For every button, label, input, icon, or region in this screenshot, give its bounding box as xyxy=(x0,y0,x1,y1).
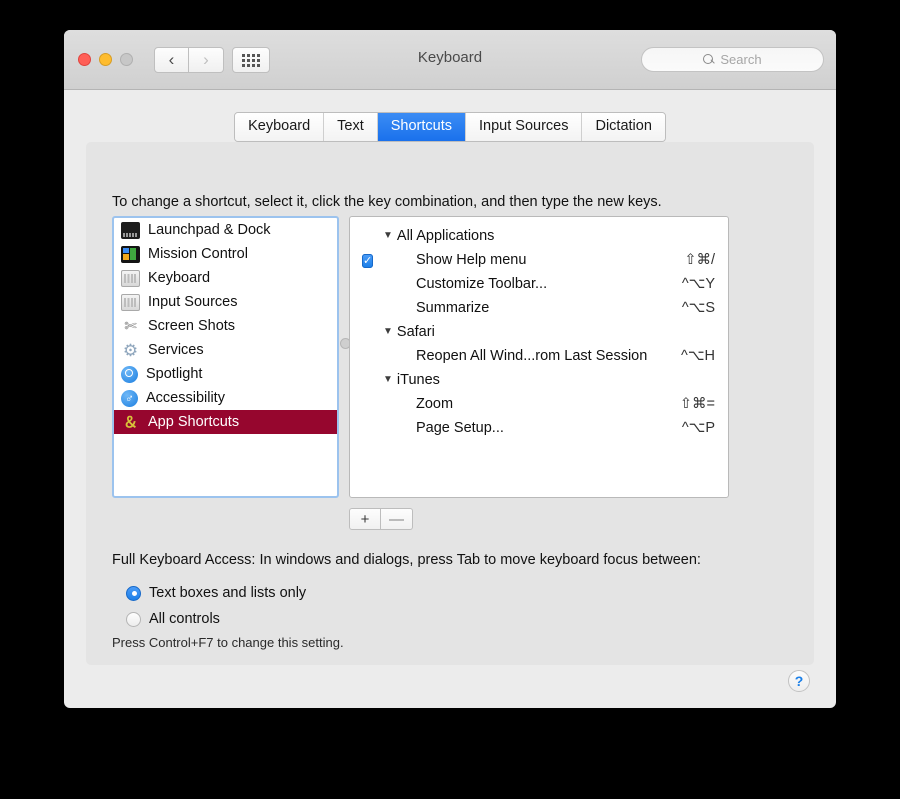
services-gear-icon: ⚙ xyxy=(122,340,139,360)
shortcut-row[interactable]: Page Setup... ^⌥P xyxy=(350,416,728,440)
mission-control-icon xyxy=(121,245,140,263)
radio-label: Text boxes and lists only xyxy=(149,585,307,601)
chevron-down-icon[interactable]: ▼ xyxy=(383,327,393,337)
instruction-text: To change a shortcut, select it, click t… xyxy=(112,194,662,210)
sidebar-item-launchpad-dock[interactable]: Launchpad & Dock xyxy=(114,218,337,242)
shortcut-name: Summarize xyxy=(416,300,490,316)
shortcut-category-list[interactable]: Launchpad & Dock Mission Control Keyboar… xyxy=(112,216,339,498)
search-icon xyxy=(703,54,714,65)
radio-all-controls[interactable]: All controls xyxy=(126,606,306,632)
chevron-down-icon[interactable]: ▼ xyxy=(383,231,393,241)
tab-text[interactable]: Text xyxy=(323,113,377,141)
shortcut-row[interactable]: Customize Toolbar... ^⌥Y xyxy=(350,272,728,296)
shortcut-name: Zoom xyxy=(416,396,454,412)
sidebar-item-services[interactable]: ⚙ Services xyxy=(114,338,337,362)
shortcut-keys[interactable]: ^⌥Y xyxy=(682,276,715,292)
accessibility-icon: ♂ xyxy=(121,389,138,407)
shortcut-checkbox[interactable]: ✓ xyxy=(362,254,374,268)
sidebar-item-label: Input Sources xyxy=(148,294,238,310)
launchpad-dock-icon xyxy=(121,221,140,239)
shortcut-name: Reopen All Wind...rom Last Session xyxy=(416,348,648,364)
sidebar-item-mission-control[interactable]: Mission Control xyxy=(114,242,337,266)
shortcut-keys[interactable]: ⇧⌘/ xyxy=(684,252,715,268)
sidebar-item-screen-shots[interactable]: ✄ Screen Shots xyxy=(114,314,337,338)
preferences-window: ‹ › Keyboard Search Keyboard Text Shortc… xyxy=(64,30,836,708)
full-keyboard-access-label: Full Keyboard Access: In windows and dia… xyxy=(112,552,701,568)
shortcut-row[interactable]: Summarize ^⌥S xyxy=(350,296,728,320)
shortcut-name: Show Help menu xyxy=(416,252,527,268)
shortcut-keys[interactable]: ⇧⌘= xyxy=(680,396,715,412)
remove-shortcut-button[interactable]: — xyxy=(381,508,413,530)
keyboard-icon xyxy=(121,269,140,287)
input-sources-icon xyxy=(121,293,140,311)
shortcut-list[interactable]: ▼ All Applications ✓ Show Help menu ⇧⌘/ … xyxy=(349,216,729,498)
tab-shortcuts[interactable]: Shortcuts xyxy=(376,113,465,141)
shortcut-name: Page Setup... xyxy=(416,420,504,436)
sidebar-item-label: Launchpad & Dock xyxy=(148,222,271,238)
radio-text-boxes-and-lists[interactable]: Text boxes and lists only xyxy=(126,580,306,606)
sidebar-item-label: App Shortcuts xyxy=(148,414,240,430)
add-shortcut-button[interactable]: + xyxy=(349,508,381,530)
group-label: iTunes xyxy=(396,372,440,388)
sidebar-item-accessibility[interactable]: ♂ Accessibility xyxy=(114,386,337,410)
screen-shots-icon: ✄ xyxy=(124,317,137,335)
spotlight-icon xyxy=(121,365,138,383)
sidebar-item-label: Spotlight xyxy=(146,366,203,382)
full-keyboard-access-options: Text boxes and lists only All controls xyxy=(126,580,306,632)
setting-note: Press Control+F7 to change this setting. xyxy=(112,635,344,650)
shortcut-row[interactable]: ✓ Show Help menu ⇧⌘/ xyxy=(350,248,728,272)
search-field[interactable]: Search xyxy=(641,47,824,72)
group-label: All Applications xyxy=(396,228,495,244)
shortcut-keys[interactable]: ^⌥P xyxy=(682,420,715,436)
sidebar-item-label: Keyboard xyxy=(148,270,211,286)
radio-button[interactable] xyxy=(126,611,141,627)
sidebar-item-keyboard[interactable]: Keyboard xyxy=(114,266,337,290)
shortcut-keys[interactable]: ^⌥S xyxy=(682,300,715,316)
shortcut-keys[interactable]: ^⌥H xyxy=(681,348,715,364)
window-titlebar: ‹ › Keyboard Search xyxy=(64,30,836,90)
app-shortcuts-icon: ＆ xyxy=(122,413,138,431)
shortcut-group-itunes[interactable]: ▼ iTunes xyxy=(350,368,728,392)
shortcuts-panel: To change a shortcut, select it, click t… xyxy=(86,142,814,665)
chevron-down-icon[interactable]: ▼ xyxy=(383,375,393,385)
sidebar-item-spotlight[interactable]: Spotlight xyxy=(114,362,337,386)
shortcut-row[interactable]: Zoom ⇧⌘= xyxy=(350,392,728,416)
sidebar-item-label: Services xyxy=(148,342,204,358)
search-placeholder: Search xyxy=(720,52,762,67)
tab-input-sources[interactable]: Input Sources xyxy=(465,113,582,141)
sidebar-item-label: Accessibility xyxy=(146,390,225,406)
sidebar-item-label: Mission Control xyxy=(148,246,248,262)
group-label: Safari xyxy=(396,324,435,340)
shortcut-group-all-applications[interactable]: ▼ All Applications xyxy=(350,224,728,248)
tab-keyboard[interactable]: Keyboard xyxy=(235,113,324,141)
shortcut-name: Customize Toolbar... xyxy=(416,276,548,292)
radio-label: All controls xyxy=(149,611,220,627)
sidebar-item-app-shortcuts[interactable]: ＆ App Shortcuts xyxy=(114,410,337,434)
tab-bar: Keyboard Text Shortcuts Input Sources Di… xyxy=(64,90,836,142)
tab-dictation[interactable]: Dictation xyxy=(581,113,665,141)
sidebar-item-label: Screen Shots xyxy=(148,318,236,334)
shortcut-row[interactable]: Reopen All Wind...rom Last Session ^⌥H xyxy=(350,344,728,368)
shortcut-group-safari[interactable]: ▼ Safari xyxy=(350,320,728,344)
radio-button[interactable] xyxy=(126,585,141,601)
help-button[interactable]: ? xyxy=(788,670,810,692)
sidebar-item-input-sources[interactable]: Input Sources xyxy=(114,290,337,314)
add-remove-buttons: + — xyxy=(349,508,413,530)
